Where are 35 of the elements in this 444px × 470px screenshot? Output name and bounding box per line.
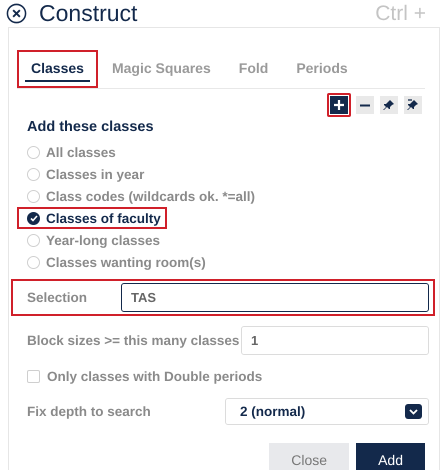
field-label: Block sizes >= this many classes — [27, 333, 240, 348]
shortcut-hint: Ctrl + — [375, 2, 426, 26]
toolbar-button[interactable] — [401, 93, 425, 117]
radio-option[interactable]: Classes in year — [17, 163, 150, 185]
depth-select[interactable]: 2 (normal) — [225, 398, 429, 425]
toolbar-button[interactable] — [327, 93, 351, 117]
toolbar-button[interactable] — [377, 93, 401, 117]
dialog-title: Construct — [39, 0, 138, 27]
close-button[interactable]: Close — [269, 443, 350, 470]
radio-option[interactable]: All classes — [17, 141, 122, 163]
plus-icon — [333, 99, 345, 111]
tab[interactable]: Fold — [224, 50, 282, 88]
tab[interactable]: Periods — [282, 50, 362, 88]
pin-off-icon — [407, 99, 419, 111]
checkbox[interactable] — [27, 370, 40, 383]
field-label: Fix depth to search — [27, 404, 152, 419]
check-icon — [30, 214, 38, 222]
add-button[interactable]: Add — [356, 443, 425, 470]
tab[interactable]: Magic Squares — [98, 50, 225, 88]
radio-option[interactable]: Classes of faculty — [17, 207, 167, 229]
field-label: Selection — [27, 290, 88, 305]
checkbox-label: Only classes with Double periods — [47, 369, 262, 384]
caret-icon — [405, 404, 422, 419]
radio-option[interactable]: Classes wanting room(s) — [17, 251, 212, 273]
block-size-field[interactable]: 1 — [241, 326, 429, 355]
toolbar-button[interactable] — [353, 93, 377, 117]
minus-icon — [359, 104, 371, 106]
radio-option[interactable]: Class codes (wildcards ok. *=all) — [17, 185, 261, 207]
radio-button[interactable] — [27, 212, 40, 224]
radio-option[interactable]: Year-long classes — [17, 229, 166, 251]
tab[interactable]: Classes — [17, 50, 98, 88]
section-title: Add these classes — [27, 119, 155, 135]
selection-field[interactable]: TAS — [121, 283, 429, 312]
pin-icon — [383, 99, 395, 111]
close-icon[interactable] — [6, 3, 27, 24]
